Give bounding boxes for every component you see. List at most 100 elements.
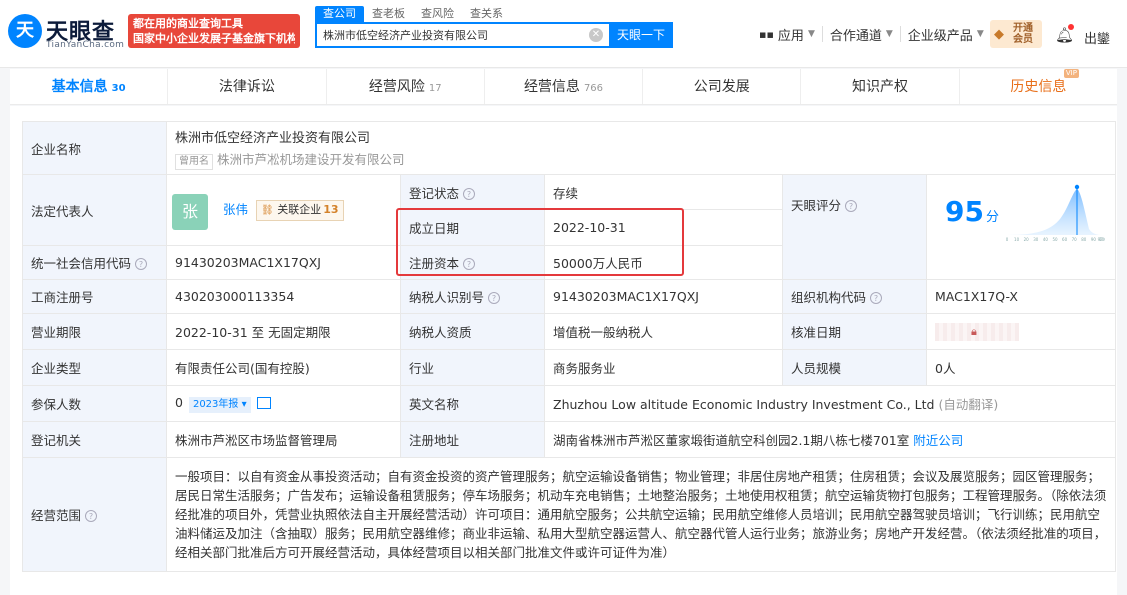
help-icon[interactable]: ?: [135, 258, 148, 270]
insured-label-cell: 参保人数: [22, 385, 167, 422]
help-icon[interactable]: ?: [870, 292, 883, 304]
company-name-cell: 株洲市低空经济产业投资有限公司 曾用名 株洲市芦凇机场建设开发有限公司: [165, 121, 1117, 175]
tab-label: 法律诉讼: [218, 79, 275, 95]
lock-icon: 🔒︎: [971, 324, 977, 338]
scope-label-cell: 经营范围?: [22, 457, 167, 572]
search-type-tabs: 查公司 查老板 查风险 查关系: [315, 6, 511, 22]
related-companies-badge[interactable]: ⛓ 关联企业 13: [256, 200, 344, 221]
en-name-value: Zhuzhou Low altitude Economic Industry I…: [553, 397, 935, 412]
tab-history[interactable]: 历史信息 VIP: [960, 69, 1117, 104]
search-input[interactable]: [317, 24, 587, 46]
axis-tick-label: 10: [1014, 237, 1020, 242]
related-label: 关联企业: [277, 203, 322, 216]
founded-label: 成立日期: [400, 209, 545, 246]
staff-value: 0人: [925, 349, 1117, 386]
year-report-label: 2023年报: [192, 398, 239, 410]
tab-basic-info[interactable]: 基本信息 30: [10, 69, 169, 104]
term-label: 营业期限: [22, 313, 167, 350]
help-icon[interactable]: ?: [488, 292, 501, 304]
address-value: 湖南省株洲市芦淞区董家塅街道航空科创园2.1期八栋七楼701室: [553, 433, 910, 448]
help-icon[interactable]: ?: [463, 187, 476, 200]
tab-ip[interactable]: 知识产权: [801, 69, 960, 104]
search-tab-risk[interactable]: 查风险: [413, 6, 462, 22]
trend-chart-icon[interactable]: [256, 397, 271, 409]
tab-development[interactable]: 公司发展: [643, 69, 802, 104]
search-tab-company[interactable]: 查公司: [315, 6, 364, 22]
chevron-down-icon: ▼: [807, 29, 815, 39]
help-icon[interactable]: ?: [845, 200, 858, 212]
vip-button[interactable]: ◆ 开通 会员: [990, 20, 1042, 48]
search-button[interactable]: 天眼一下: [609, 22, 673, 48]
axis-tick-label: 90: [1091, 237, 1097, 242]
approve-date-label: 核准日期: [782, 313, 927, 350]
en-name-cell: Zhuzhou Low altitude Economic Industry I…: [543, 385, 1117, 422]
logo[interactable]: 天 天眼查 TianYanCha.com: [8, 12, 126, 52]
taxpayer-id-value: 91430203MAC1X17QXJ: [544, 279, 783, 314]
section-tabs: 基本信息 30 法律诉讼 经营风险 17 经营信息 766 公司发展 知识产权 历史信…: [10, 69, 1117, 105]
search-tab-relation[interactable]: 查关系: [462, 6, 511, 22]
nav-enterprise-label: 企业级产品: [907, 28, 973, 44]
nav-apps[interactable]: ▪▪ 应用 ▼: [752, 26, 823, 44]
vip-label-1: 开通: [1013, 23, 1033, 34]
slogan-line-2: 国家中小企业发展子基金旗下机构: [133, 32, 295, 45]
biz-reg-value: 430203000113354: [166, 279, 401, 314]
nav-enterprise[interactable]: 企业级产品 ▼: [901, 26, 991, 44]
staff-label: 人员规模: [782, 349, 927, 386]
vip-label-2: 会员: [1013, 34, 1033, 45]
clear-icon[interactable]: ✕: [589, 28, 603, 42]
tab-business[interactable]: 经营信息 766: [485, 69, 644, 104]
help-icon[interactable]: ?: [85, 510, 98, 522]
industry-label: 行业: [400, 349, 545, 386]
nav-cooperation[interactable]: 合作通道 ▼: [823, 26, 901, 44]
avatar[interactable]: 张: [172, 194, 208, 230]
search-tab-boss[interactable]: 查老板: [364, 6, 413, 22]
score-distribution-chart: 010203040506070809097100: [1006, 184, 1105, 242]
score-unit: 分: [985, 210, 999, 225]
locked-value[interactable]: 🔒︎: [935, 322, 1019, 341]
help-icon[interactable]: ?: [463, 258, 476, 270]
nav-apps-label: 应用: [777, 28, 804, 44]
top-header: 天 天眼查 TianYanCha.com 都在用的商业查询工具 国家中小企业发展…: [0, 0, 1127, 68]
slogan-banner: 都在用的商业查询工具 国家中小企业发展子基金旗下机构: [128, 14, 300, 48]
grid-icon: ▪▪: [759, 27, 774, 41]
legal-rep-link[interactable]: 张伟: [223, 202, 248, 217]
credit-code-label-cell: 统一社会信用代码?: [22, 245, 167, 280]
related-count: 13: [323, 203, 339, 216]
tab-label: 基本信息: [51, 79, 108, 95]
credit-code-label: 统一社会信用代码: [31, 256, 132, 271]
nearby-companies-link[interactable]: 附近公司: [913, 433, 963, 448]
search-box: ✕: [315, 22, 609, 48]
status-label-cell: 登记状态?: [400, 174, 545, 210]
top-nav: ▪▪ 应用 ▼ 合作通道 ▼ 企业级产品 ▼: [752, 26, 991, 44]
org-code-label-cell: 组织机构代码?: [782, 279, 927, 314]
founded-value: 2022-10-31: [544, 209, 783, 246]
tab-risk[interactable]: 经营风险 17: [327, 69, 485, 104]
tab-legal[interactable]: 法律诉讼: [168, 69, 327, 104]
org-code-value: MAC1X17Q-X: [925, 279, 1117, 314]
industry-value: 商务服务业: [544, 349, 783, 386]
tab-count: 30: [111, 83, 126, 94]
taxpayer-id-label: 纳税人识别号: [409, 290, 485, 305]
diamond-icon: ◆: [994, 27, 1004, 42]
former-name-tag: 曾用名: [175, 153, 213, 170]
en-name-label: 英文名称: [400, 385, 545, 422]
legal-rep-label: 法定代表人: [22, 174, 167, 246]
credit-code-value: 91430203MAC1X17QXJ: [166, 245, 401, 280]
year-report-dropdown[interactable]: 2023年报 ▾: [188, 396, 251, 413]
authority-label: 登记机关: [22, 421, 167, 458]
tab-count: 17: [428, 83, 442, 94]
logo-subtitle: TianYanCha.com: [46, 40, 125, 50]
link-icon: ⛓: [261, 205, 274, 216]
capital-label-cell: 注册资本?: [400, 245, 545, 280]
chevron-down-icon: ▼: [976, 29, 984, 39]
axis-tick-label: 50: [1052, 237, 1058, 242]
distribution-area: [1007, 189, 1103, 235]
insured-label: 参保人数: [31, 397, 82, 412]
chevron-down-icon: ▼: [885, 29, 893, 39]
status-label: 登记状态: [409, 185, 460, 201]
user-menu[interactable]: 出鑾: [1084, 28, 1110, 47]
status-value: 存续: [544, 174, 783, 210]
slogan-line-1: 都在用的商业查询工具: [133, 17, 243, 30]
logo-mark-icon: 天: [8, 14, 42, 48]
taxpayer-type-value: 增值税一般纳税人: [544, 313, 783, 350]
